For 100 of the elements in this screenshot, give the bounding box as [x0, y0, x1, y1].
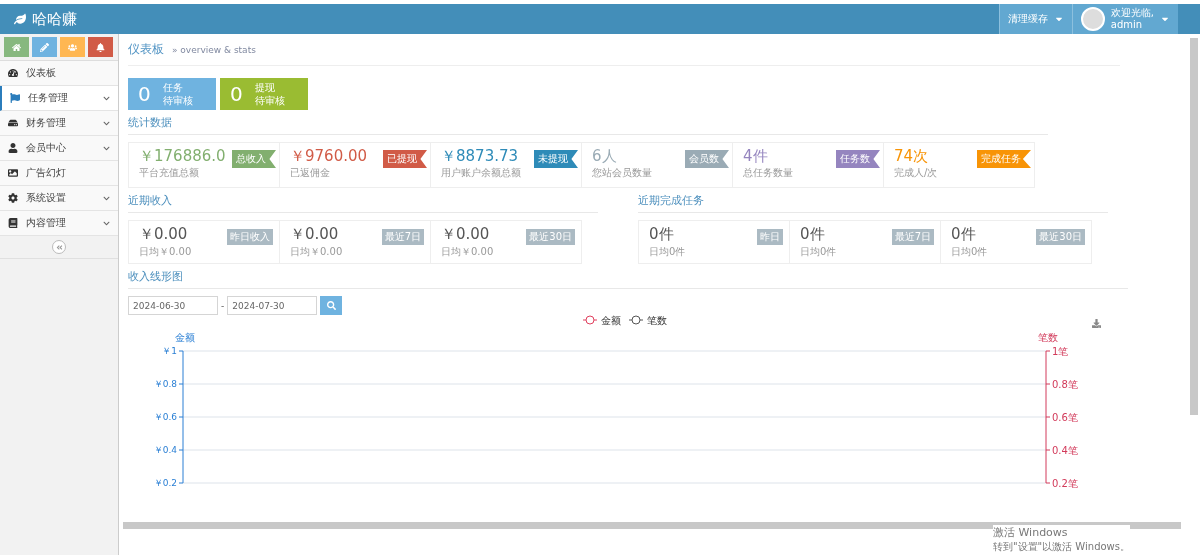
section-title: 近期收入: [128, 188, 598, 213]
stat-value: 0件: [800, 225, 825, 244]
ribbon-label: 已提现: [383, 150, 427, 168]
stat-caption: 日均￥0.00: [290, 245, 343, 259]
stat-value: ￥8873.73: [441, 147, 519, 166]
double-chevron-icon: [55, 243, 63, 251]
user-icon: [8, 143, 18, 153]
sidebar-item[interactable]: 内容管理: [0, 211, 118, 236]
date-field[interactable]: 2024-06-30: [128, 296, 218, 315]
stat-caption: 已返佣金: [290, 166, 330, 180]
stat-caption: 日均0件: [951, 245, 988, 259]
users-icon: [68, 42, 77, 52]
stat-value: 0件: [951, 225, 976, 244]
tick-label: ￥0.8: [153, 379, 177, 389]
drive-icon: [8, 118, 18, 128]
user-name: admin: [1110, 19, 1144, 31]
legend-label: 笔数: [647, 315, 667, 326]
sidebar-item[interactable]: 会员中心: [0, 136, 118, 161]
search-button[interactable]: [320, 296, 343, 315]
legend-label: 金额: [601, 315, 621, 326]
avatar: [1080, 7, 1105, 31]
chevron-icon: [103, 119, 110, 127]
ribbon-label: 完成任务: [977, 150, 1031, 168]
sidebar-item[interactable]: 广告幻灯: [0, 161, 118, 186]
shortcut-button[interactable]: [60, 37, 85, 57]
stat-value: ￥0.00: [290, 225, 339, 244]
date-field[interactable]: 2024-07-30: [227, 296, 318, 315]
tick-label: ￥0.2: [153, 478, 177, 488]
image-icon: [8, 168, 18, 178]
page-subtitle: » overview & stats: [172, 44, 256, 55]
stat-value: ￥0.00: [139, 225, 188, 244]
page-title: 仪表板: [128, 41, 164, 58]
section-title: 近期完成任务: [638, 188, 1108, 213]
stat-caption: 平台充值总额: [139, 166, 199, 180]
stat-value: ￥9760.00: [290, 147, 368, 166]
leaf-icon: [14, 13, 26, 25]
section-title: 统计数据: [128, 110, 1048, 135]
period-tag: 最近30日: [526, 229, 575, 245]
period-tag: 昨日收入: [227, 229, 273, 245]
stat-value: ￥0.00: [441, 225, 490, 244]
sidebar-item[interactable]: 财务管理: [0, 111, 118, 136]
greeting-text: 欢迎光临,: [1110, 7, 1154, 19]
collapse-button[interactable]: [52, 240, 66, 254]
chevron-icon: [103, 94, 110, 102]
tick-label: 0.6笔: [1052, 412, 1078, 423]
app-logo[interactable]: 哈哈赚: [32, 9, 77, 29]
stat-value: 0件: [649, 225, 674, 244]
sidebar-item[interactable]: 任务管理: [0, 86, 118, 111]
tick-label: ￥0.4: [153, 445, 177, 455]
stat-caption: 日均￥0.00: [139, 245, 192, 259]
axis-title: 金额: [175, 332, 195, 343]
chevron-icon: [103, 219, 110, 227]
stat-value: 6人: [592, 147, 617, 166]
stat-value: 74次: [894, 147, 929, 166]
download-icon[interactable]: [1092, 319, 1101, 328]
separator-text: -: [221, 300, 225, 311]
period-tag: 最近7日: [381, 229, 424, 245]
stat-caption: 日均0件: [649, 245, 686, 259]
ribbon-label: 会员数: [685, 150, 729, 168]
section-title: 收入线形图: [128, 264, 1128, 289]
tick-label: ￥1: [162, 346, 177, 356]
activation-notice: 激活 Windows 转到"设置"以激活 Windows。: [992, 525, 1130, 554]
tick-label: 1笔: [1052, 346, 1069, 357]
tick-label: 0.4笔: [1052, 445, 1078, 456]
ribbon-label: 任务数: [836, 150, 880, 168]
stat-caption: 用户账户余额总额: [441, 166, 521, 180]
scrollbar[interactable]: [1190, 38, 1198, 415]
chevron-icon: [103, 144, 110, 152]
book-icon: [8, 218, 18, 228]
period-tag: 昨日: [757, 229, 783, 245]
bell-icon: [96, 42, 105, 52]
stat-caption: 完成人/次: [894, 166, 938, 180]
stat-caption: 日均0件: [800, 245, 837, 259]
stat-caption: 总任务数量: [743, 166, 793, 180]
sidebar-item[interactable]: 系统设置: [0, 186, 118, 211]
flag-icon: [10, 93, 20, 103]
dashboard-icon: [8, 68, 18, 78]
stat-value: 4件: [743, 147, 768, 166]
axis-title: 笔数: [1038, 332, 1058, 343]
chevron-icon: [103, 194, 110, 202]
period-tag: 最近7日: [891, 229, 934, 245]
shortcut-button[interactable]: [32, 37, 57, 57]
scrollbar[interactable]: [123, 522, 1181, 529]
tick-label: 0.2笔: [1052, 478, 1078, 489]
chart-legend[interactable]: 金额 笔数: [582, 315, 667, 326]
stat-caption: 您站会员数量: [592, 166, 652, 180]
pencil-icon: [40, 42, 49, 52]
tick-label: ￥0.6: [153, 412, 177, 422]
shortcut-button[interactable]: [4, 37, 29, 57]
stat-caption: 日均￥0.00: [441, 245, 494, 259]
tick-label: 0.8笔: [1052, 379, 1078, 390]
search-icon: [326, 301, 336, 310]
home-icon: [12, 42, 21, 52]
settings-icon: [8, 193, 18, 203]
period-tag: 最近30日: [1036, 229, 1085, 245]
stat-value: ￥176886.0: [139, 147, 226, 166]
ribbon-label: 总收入: [232, 150, 276, 168]
shortcut-button[interactable]: [88, 37, 113, 57]
sidebar-item[interactable]: 仪表板: [0, 61, 118, 86]
ribbon-label: 未提现: [534, 150, 578, 168]
